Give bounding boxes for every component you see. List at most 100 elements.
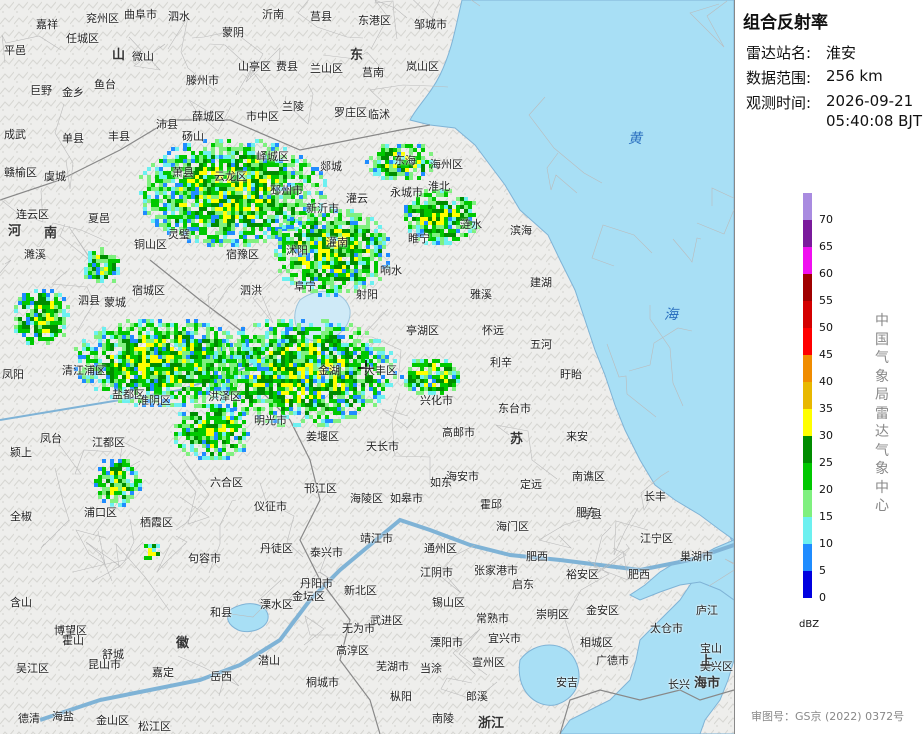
echo-pixel <box>350 229 354 233</box>
echo-pixel <box>175 147 179 151</box>
echo-pixel <box>326 289 330 293</box>
echo-pixel <box>241 331 245 335</box>
echo-pixel <box>283 211 287 215</box>
echo-pixel <box>283 175 287 179</box>
echo-pixel <box>166 335 170 339</box>
echo-pixel <box>226 335 230 339</box>
echo-pixel <box>182 424 186 428</box>
echo-pixel <box>227 139 231 143</box>
echo-pixel <box>215 207 219 211</box>
echo-pixel <box>373 168 377 172</box>
echo-pixel <box>373 355 377 359</box>
place-label: 兴化市 <box>420 394 453 407</box>
echo-pixel <box>150 355 154 359</box>
echo-pixel <box>281 323 285 327</box>
echo-pixel <box>130 343 134 347</box>
echo-pixel <box>186 375 190 379</box>
place-label: 定远 <box>520 478 542 491</box>
echo-pixel <box>116 271 120 275</box>
echo-pixel <box>366 237 370 241</box>
echo-pixel <box>167 163 171 167</box>
echo-pixel <box>305 379 309 383</box>
echo-pixel <box>239 211 243 215</box>
echo-pixel <box>231 155 235 159</box>
echo-pixel <box>408 225 412 229</box>
echo-pixel <box>299 171 303 175</box>
place-label: 仪征市 <box>254 500 287 513</box>
echo-pixel <box>118 471 122 475</box>
echo-pixel <box>440 205 444 209</box>
echo-pixel <box>413 168 417 172</box>
echo-pixel <box>318 245 322 249</box>
echo-pixel <box>22 293 26 297</box>
echo-pixel <box>243 215 247 219</box>
echo-pixel <box>322 285 326 289</box>
echo-pixel <box>350 245 354 249</box>
echo-pixel <box>345 351 349 355</box>
echo-pixel <box>30 337 34 341</box>
echo-pixel <box>290 221 294 225</box>
echo-pixel <box>238 412 242 416</box>
echo-pixel <box>235 159 239 163</box>
echo-pixel <box>227 187 231 191</box>
echo-pixel <box>122 343 126 347</box>
echo-pixel <box>166 327 170 331</box>
province-label: 浙江 <box>478 716 505 731</box>
echo-pixel <box>239 199 243 203</box>
place-label: 莒县 <box>310 10 332 23</box>
echo-pixel <box>436 229 440 233</box>
echo-pixel <box>134 479 138 483</box>
echo-pixel <box>354 277 358 281</box>
echo-pixel <box>239 203 243 207</box>
echo-pixel <box>377 160 381 164</box>
echo-pixel <box>218 452 222 456</box>
echo-pixel <box>285 323 289 327</box>
echo-pixel <box>166 355 170 359</box>
echo-pixel <box>301 331 305 335</box>
echo-pixel <box>330 289 334 293</box>
echo-pixel <box>199 203 203 207</box>
echo-pixel <box>202 339 206 343</box>
echo-pixel <box>279 175 283 179</box>
echo-pixel <box>278 241 282 245</box>
echo-pixel <box>306 265 310 269</box>
echo-pixel <box>88 255 92 259</box>
echo-pixel <box>210 363 214 367</box>
echo-pixel <box>420 209 424 213</box>
echo-pixel <box>88 263 92 267</box>
echo-pixel <box>333 411 337 415</box>
echo-pixel <box>408 213 412 217</box>
place-label: 崇明区 <box>536 608 569 621</box>
radar-map[interactable]: 嘉祥 任城区 兖州区 曲阜市 泗水 蒙阴 沂南 莒县 东港区 邹城市 平邑 巨野 金乡 鱼台 微山 滕州市 山亭… <box>0 0 734 734</box>
echo-pixel <box>377 355 381 359</box>
echo-pixel <box>297 331 301 335</box>
echo-pixel <box>342 277 346 281</box>
echo-pixel <box>305 387 309 391</box>
echo-pixel <box>412 379 416 383</box>
echo-pixel <box>303 159 307 163</box>
echo-pixel <box>297 367 301 371</box>
echo-pixel <box>30 297 34 301</box>
place-label: 栖霞区 <box>140 516 173 529</box>
echo-pixel <box>203 175 207 179</box>
echo-pixel <box>253 355 257 359</box>
place-label: 泗水 <box>168 10 190 23</box>
echo-pixel <box>255 235 259 239</box>
echo-pixel <box>456 237 460 241</box>
echo-pixel <box>233 379 237 383</box>
echo-pixel <box>373 387 377 391</box>
echo-pixel <box>317 411 321 415</box>
place-label: 凤阳 <box>2 368 24 381</box>
echo-pixel <box>289 327 293 331</box>
echo-pixel <box>314 261 318 265</box>
echo-pixel <box>112 259 116 263</box>
place-label: 溧水区 <box>260 598 293 611</box>
echo-pixel <box>297 371 301 375</box>
echo-pixel <box>186 319 190 323</box>
echo-pixel <box>333 399 337 403</box>
echo-pixel <box>247 147 251 151</box>
echo-pixel <box>253 387 257 391</box>
echo-pixel <box>46 293 50 297</box>
echo-pixel <box>122 475 126 479</box>
echo-pixel <box>199 219 203 223</box>
